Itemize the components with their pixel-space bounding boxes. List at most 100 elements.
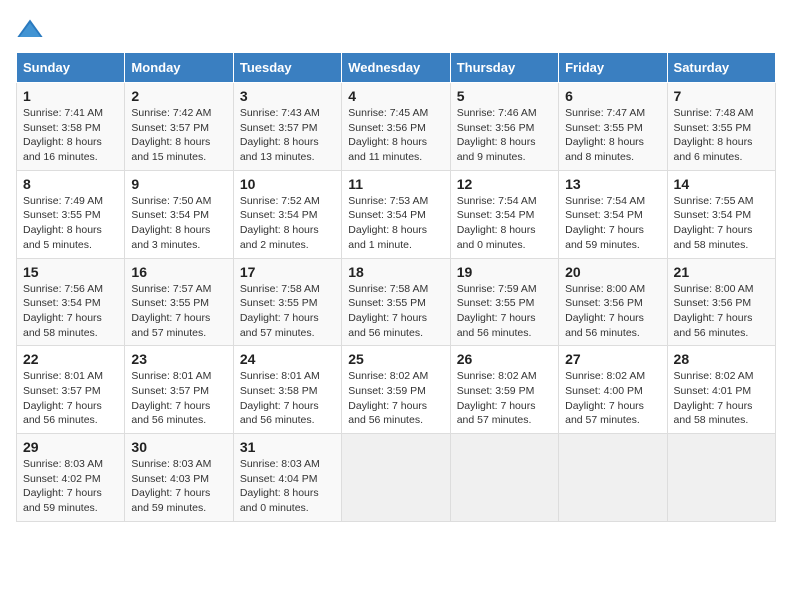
day-detail: Sunrise: 8:03 AMSunset: 4:03 PMDaylight:… xyxy=(131,457,226,516)
day-detail: Sunrise: 7:43 AMSunset: 3:57 PMDaylight:… xyxy=(240,106,335,165)
day-detail: Sunrise: 7:58 AMSunset: 3:55 PMDaylight:… xyxy=(240,282,335,341)
calendar-cell: 15 Sunrise: 7:56 AMSunset: 3:54 PMDayligh… xyxy=(17,258,125,346)
calendar-cell: 30 Sunrise: 8:03 AMSunset: 4:03 PMDayligh… xyxy=(125,434,233,522)
day-number: 15 xyxy=(23,264,118,280)
day-detail: Sunrise: 7:56 AMSunset: 3:54 PMDaylight:… xyxy=(23,282,118,341)
calendar-cell: 8 Sunrise: 7:49 AMSunset: 3:55 PMDaylight… xyxy=(17,170,125,258)
weekday-header-friday: Friday xyxy=(559,53,667,83)
day-number: 26 xyxy=(457,351,552,367)
day-number: 16 xyxy=(131,264,226,280)
day-number: 28 xyxy=(674,351,769,367)
calendar-cell xyxy=(342,434,450,522)
calendar-cell xyxy=(559,434,667,522)
calendar-cell: 7 Sunrise: 7:48 AMSunset: 3:55 PMDaylight… xyxy=(667,83,775,171)
calendar-cell: 23 Sunrise: 8:01 AMSunset: 3:57 PMDayligh… xyxy=(125,346,233,434)
day-number: 1 xyxy=(23,88,118,104)
calendar-cell: 6 Sunrise: 7:47 AMSunset: 3:55 PMDaylight… xyxy=(559,83,667,171)
day-detail: Sunrise: 7:59 AMSunset: 3:55 PMDaylight:… xyxy=(457,282,552,341)
calendar-cell: 16 Sunrise: 7:57 AMSunset: 3:55 PMDayligh… xyxy=(125,258,233,346)
calendar-table: SundayMondayTuesdayWednesdayThursdayFrid… xyxy=(16,52,776,522)
day-number: 25 xyxy=(348,351,443,367)
day-detail: Sunrise: 7:45 AMSunset: 3:56 PMDaylight:… xyxy=(348,106,443,165)
day-number: 23 xyxy=(131,351,226,367)
day-detail: Sunrise: 7:49 AMSunset: 3:55 PMDaylight:… xyxy=(23,194,118,253)
day-detail: Sunrise: 8:01 AMSunset: 3:57 PMDaylight:… xyxy=(23,369,118,428)
calendar-cell: 24 Sunrise: 8:01 AMSunset: 3:58 PMDayligh… xyxy=(233,346,341,434)
day-number: 6 xyxy=(565,88,660,104)
day-number: 5 xyxy=(457,88,552,104)
day-detail: Sunrise: 7:41 AMSunset: 3:58 PMDaylight:… xyxy=(23,106,118,165)
calendar-cell: 11Sunrise: 7:53 AMSunset: 3:54 PMDayligh… xyxy=(342,170,450,258)
day-number: 10 xyxy=(240,176,335,192)
calendar-week-5: 29 Sunrise: 8:03 AMSunset: 4:02 PMDayligh… xyxy=(17,434,776,522)
day-detail: Sunrise: 8:02 AMSunset: 3:59 PMDaylight:… xyxy=(348,369,443,428)
calendar-cell: 9 Sunrise: 7:50 AMSunset: 3:54 PMDaylight… xyxy=(125,170,233,258)
day-detail: Sunrise: 7:55 AMSunset: 3:54 PMDaylight:… xyxy=(674,194,769,253)
calendar-cell: 20Sunrise: 8:00 AMSunset: 3:56 PMDayligh… xyxy=(559,258,667,346)
calendar-cell xyxy=(667,434,775,522)
day-number: 18 xyxy=(348,264,443,280)
day-detail: Sunrise: 7:48 AMSunset: 3:55 PMDaylight:… xyxy=(674,106,769,165)
day-detail: Sunrise: 7:57 AMSunset: 3:55 PMDaylight:… xyxy=(131,282,226,341)
day-number: 19 xyxy=(457,264,552,280)
calendar-cell xyxy=(450,434,558,522)
logo xyxy=(16,16,46,44)
weekday-header-monday: Monday xyxy=(125,53,233,83)
weekday-header-saturday: Saturday xyxy=(667,53,775,83)
day-detail: Sunrise: 7:50 AMSunset: 3:54 PMDaylight:… xyxy=(131,194,226,253)
day-detail: Sunrise: 7:54 AMSunset: 3:54 PMDaylight:… xyxy=(457,194,552,253)
day-number: 8 xyxy=(23,176,118,192)
weekday-header-sunday: Sunday xyxy=(17,53,125,83)
calendar-week-2: 8 Sunrise: 7:49 AMSunset: 3:55 PMDaylight… xyxy=(17,170,776,258)
weekday-header-row: SundayMondayTuesdayWednesdayThursdayFrid… xyxy=(17,53,776,83)
calendar-cell: 14 Sunrise: 7:55 AMSunset: 3:54 PMDayligh… xyxy=(667,170,775,258)
day-number: 30 xyxy=(131,439,226,455)
calendar-cell: 10 Sunrise: 7:52 AMSunset: 3:54 PMDayligh… xyxy=(233,170,341,258)
day-detail: Sunrise: 8:00 AMSunset: 3:56 PMDaylight:… xyxy=(674,282,769,341)
day-number: 21 xyxy=(674,264,769,280)
weekday-header-tuesday: Tuesday xyxy=(233,53,341,83)
day-number: 2 xyxy=(131,88,226,104)
day-number: 12 xyxy=(457,176,552,192)
day-number: 24 xyxy=(240,351,335,367)
calendar-cell: 12 Sunrise: 7:54 AMSunset: 3:54 PMDayligh… xyxy=(450,170,558,258)
calendar-cell: 28 Sunrise: 8:02 AMSunset: 4:01 PMDayligh… xyxy=(667,346,775,434)
calendar-cell: 29 Sunrise: 8:03 AMSunset: 4:02 PMDayligh… xyxy=(17,434,125,522)
calendar-cell: 27Sunrise: 8:02 AMSunset: 4:00 PMDayligh… xyxy=(559,346,667,434)
day-detail: Sunrise: 7:58 AMSunset: 3:55 PMDaylight:… xyxy=(348,282,443,341)
day-detail: Sunrise: 8:01 AMSunset: 3:57 PMDaylight:… xyxy=(131,369,226,428)
day-detail: Sunrise: 7:42 AMSunset: 3:57 PMDaylight:… xyxy=(131,106,226,165)
day-number: 22 xyxy=(23,351,118,367)
calendar-cell: 3 Sunrise: 7:43 AMSunset: 3:57 PMDaylight… xyxy=(233,83,341,171)
day-detail: Sunrise: 7:52 AMSunset: 3:54 PMDaylight:… xyxy=(240,194,335,253)
day-detail: Sunrise: 7:46 AMSunset: 3:56 PMDaylight:… xyxy=(457,106,552,165)
calendar-cell: 13Sunrise: 7:54 AMSunset: 3:54 PMDayligh… xyxy=(559,170,667,258)
weekday-header-thursday: Thursday xyxy=(450,53,558,83)
day-detail: Sunrise: 8:02 AMSunset: 3:59 PMDaylight:… xyxy=(457,369,552,428)
day-detail: Sunrise: 8:01 AMSunset: 3:58 PMDaylight:… xyxy=(240,369,335,428)
calendar-week-1: 1 Sunrise: 7:41 AMSunset: 3:58 PMDaylight… xyxy=(17,83,776,171)
calendar-cell: 21 Sunrise: 8:00 AMSunset: 3:56 PMDayligh… xyxy=(667,258,775,346)
calendar-cell: 2 Sunrise: 7:42 AMSunset: 3:57 PMDaylight… xyxy=(125,83,233,171)
day-number: 3 xyxy=(240,88,335,104)
page-container: SundayMondayTuesdayWednesdayThursdayFrid… xyxy=(16,16,776,522)
day-number: 14 xyxy=(674,176,769,192)
calendar-cell: 25 Sunrise: 8:02 AMSunset: 3:59 PMDayligh… xyxy=(342,346,450,434)
day-number: 9 xyxy=(131,176,226,192)
header xyxy=(16,16,776,44)
calendar-cell: 5 Sunrise: 7:46 AMSunset: 3:56 PMDaylight… xyxy=(450,83,558,171)
day-number: 29 xyxy=(23,439,118,455)
logo-icon xyxy=(16,16,44,44)
day-detail: Sunrise: 8:03 AMSunset: 4:02 PMDaylight:… xyxy=(23,457,118,516)
day-number: 20 xyxy=(565,264,660,280)
day-detail: Sunrise: 8:03 AMSunset: 4:04 PMDaylight:… xyxy=(240,457,335,516)
calendar-cell: 4Sunrise: 7:45 AMSunset: 3:56 PMDaylight… xyxy=(342,83,450,171)
calendar-cell: 26 Sunrise: 8:02 AMSunset: 3:59 PMDayligh… xyxy=(450,346,558,434)
day-detail: Sunrise: 7:47 AMSunset: 3:55 PMDaylight:… xyxy=(565,106,660,165)
day-number: 31 xyxy=(240,439,335,455)
calendar-cell: 31 Sunrise: 8:03 AMSunset: 4:04 PMDayligh… xyxy=(233,434,341,522)
day-number: 7 xyxy=(674,88,769,104)
day-detail: Sunrise: 8:02 AMSunset: 4:01 PMDaylight:… xyxy=(674,369,769,428)
calendar-cell: 1 Sunrise: 7:41 AMSunset: 3:58 PMDaylight… xyxy=(17,83,125,171)
calendar-week-4: 22 Sunrise: 8:01 AMSunset: 3:57 PMDayligh… xyxy=(17,346,776,434)
